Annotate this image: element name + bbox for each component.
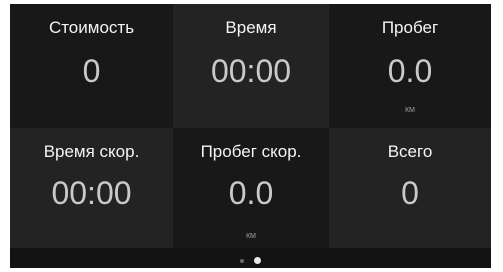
metrics-grid: Стоимость 0 Время 00:00 Пробег 0.0 км Вр… bbox=[10, 4, 491, 248]
time-value: 00:00 bbox=[210, 53, 292, 89]
tile-cost: Стоимость 0 bbox=[10, 4, 173, 128]
distance-unit: км bbox=[404, 104, 416, 114]
tile-speed-time: Время скор. 00:00 bbox=[10, 128, 173, 248]
page-dot-2-active[interactable] bbox=[254, 257, 262, 265]
page-dot-1[interactable] bbox=[239, 258, 244, 263]
cost-value: 0 bbox=[82, 53, 101, 89]
time-label: Время bbox=[225, 18, 277, 37]
total-value: 0 bbox=[401, 175, 419, 211]
speed-time-label: Время скор. bbox=[43, 142, 140, 161]
speed-distance-value: 0.0 bbox=[228, 175, 274, 211]
cost-label: Стоимость bbox=[48, 18, 135, 37]
speed-distance-unit: км bbox=[245, 230, 257, 240]
total-label: Всего bbox=[387, 142, 433, 161]
distance-value: 0.0 bbox=[387, 53, 433, 89]
page-indicator[interactable] bbox=[10, 252, 491, 265]
speed-time-value: 00:00 bbox=[51, 175, 132, 211]
distance-label: Пробег bbox=[381, 18, 439, 37]
speed-distance-label: Пробег скор. bbox=[200, 142, 302, 161]
tile-total: Всего 0 bbox=[329, 128, 491, 248]
tile-speed-distance: Пробег скор. 0.0 км bbox=[173, 128, 329, 248]
tile-time: Время 00:00 bbox=[173, 4, 329, 128]
taximeter-screen: Стоимость 0 Время 00:00 Пробег 0.0 км Вр… bbox=[10, 4, 491, 268]
tile-distance: Пробег 0.0 км bbox=[329, 4, 491, 128]
